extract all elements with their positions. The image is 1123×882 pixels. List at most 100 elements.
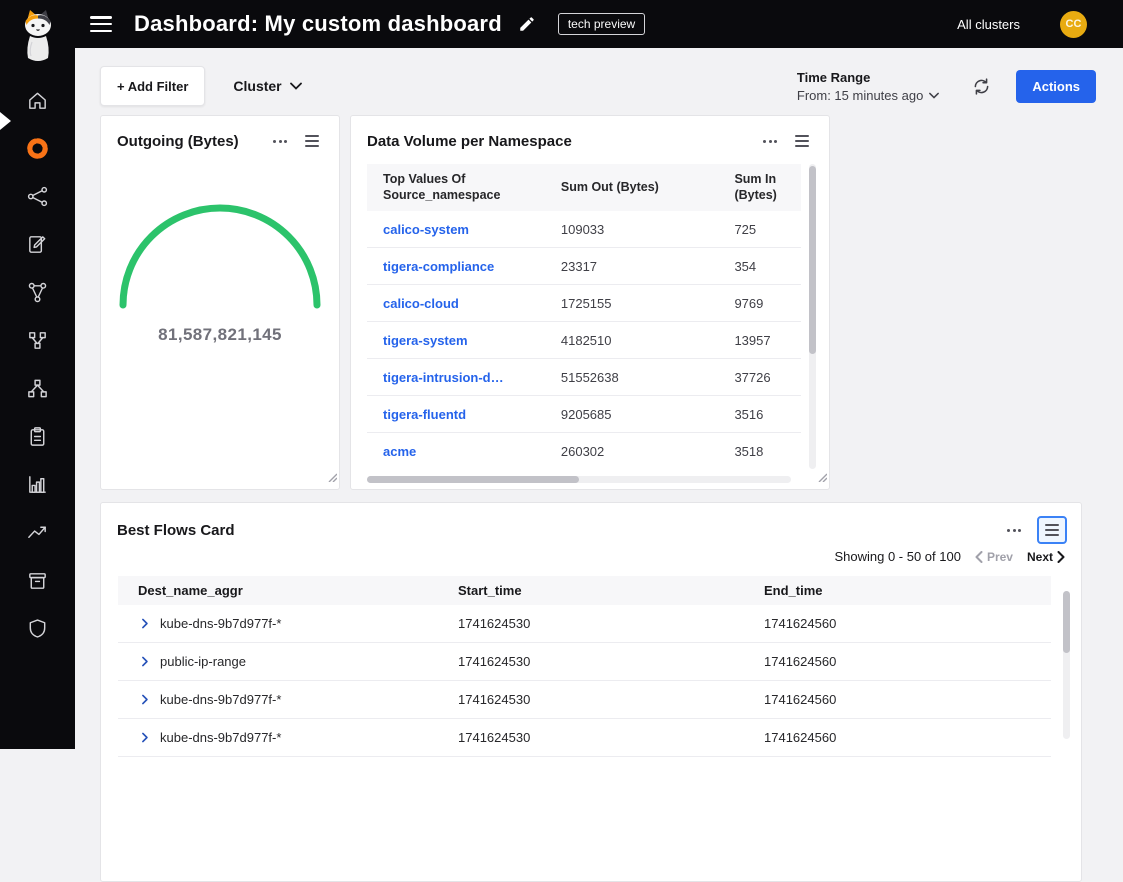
namespace-table: Top Values Of Source_namespace Sum Out (… bbox=[367, 164, 801, 469]
sidebar-item-service-graph[interactable] bbox=[0, 172, 75, 220]
namespace-link[interactable]: tigera-compliance bbox=[383, 259, 494, 274]
sidebar-item-network[interactable] bbox=[0, 268, 75, 316]
flow-table-row[interactable]: kube-dns-9b7d977f-*17416245301741624560 bbox=[118, 681, 1051, 719]
sidebar-item-reports[interactable] bbox=[0, 412, 75, 460]
sum-out-value: 23317 bbox=[545, 248, 719, 285]
next-page-button[interactable]: Next bbox=[1027, 550, 1065, 564]
card-drag-handle-icon[interactable] bbox=[789, 129, 815, 153]
flow-table-row[interactable]: public-ip-range17416245301741624560 bbox=[118, 643, 1051, 681]
vertical-scrollbar[interactable] bbox=[809, 164, 816, 469]
namespace-link[interactable]: tigera-fluentd bbox=[383, 407, 466, 422]
card-drag-handle-icon-selected[interactable] bbox=[1037, 516, 1067, 544]
reports-icon bbox=[26, 425, 49, 448]
flow-table-row[interactable]: kube-dns-9b7d977f-*17416245301741624560 bbox=[118, 605, 1051, 643]
network-icon bbox=[26, 281, 49, 304]
sum-out-value: 4182510 bbox=[545, 322, 719, 359]
sum-in-value: 13957 bbox=[718, 322, 801, 359]
end-time-value: 1741624560 bbox=[764, 681, 1051, 719]
sidebar-item-storage[interactable] bbox=[0, 556, 75, 604]
cluster-dropdown[interactable]: Cluster bbox=[227, 77, 307, 95]
card-menu-icon[interactable] bbox=[757, 134, 783, 149]
horizontal-scrollbar[interactable] bbox=[367, 476, 791, 483]
storage-icon bbox=[26, 569, 49, 592]
all-clusters-selector[interactable]: All clusters bbox=[957, 17, 1020, 32]
next-label: Next bbox=[1027, 550, 1053, 564]
expand-row-chevron-icon[interactable] bbox=[138, 731, 151, 744]
policies-icon bbox=[26, 233, 49, 256]
chevron-left-icon bbox=[975, 551, 983, 563]
sum-out-value: 1725155 bbox=[545, 285, 719, 322]
sidebar-item-bar-chart[interactable] bbox=[0, 460, 75, 508]
time-range-value-text: From: 15 minutes ago bbox=[797, 88, 923, 103]
namespace-link[interactable]: tigera-intrusion-d… bbox=[383, 370, 504, 385]
chevron-right-icon bbox=[1057, 551, 1065, 563]
add-filter-button[interactable]: + Add Filter bbox=[100, 66, 205, 106]
resize-handle-icon[interactable] bbox=[327, 469, 337, 487]
calico-cat-logo-image bbox=[18, 8, 58, 66]
sum-in-value: 3518 bbox=[718, 433, 801, 470]
sidebar-item-shield[interactable] bbox=[0, 604, 75, 652]
actions-button[interactable]: Actions bbox=[1016, 70, 1096, 103]
menu-hamburger-icon[interactable] bbox=[90, 16, 112, 32]
vertical-scrollbar[interactable] bbox=[1063, 591, 1070, 739]
sidebar-item-trend[interactable] bbox=[0, 508, 75, 556]
sidebar-item-home[interactable] bbox=[0, 76, 75, 124]
time-range-control: Time Range From: 15 minutes ago bbox=[797, 70, 939, 103]
flows-table-body: kube-dns-9b7d977f-*17416245301741624560p… bbox=[118, 605, 1051, 757]
sidebar-item-dashboard[interactable] bbox=[0, 124, 75, 172]
sidebar-item-policies[interactable] bbox=[0, 220, 75, 268]
gauge-chart: 81,587,821,145 bbox=[101, 203, 339, 345]
namespace-link[interactable]: calico-cloud bbox=[383, 296, 459, 311]
showing-count: Showing 0 - 50 of 100 bbox=[834, 549, 960, 564]
namespace-table-row: tigera-intrusion-d…5155263837726 bbox=[367, 359, 801, 396]
namespace-table-row: tigera-fluentd92056853516 bbox=[367, 396, 801, 433]
edit-dashboard-title-icon[interactable] bbox=[518, 15, 536, 33]
chevron-down-icon bbox=[290, 82, 302, 90]
refresh-icon bbox=[971, 76, 992, 97]
sum-in-value: 354 bbox=[718, 248, 801, 285]
card-menu-icon[interactable] bbox=[1001, 523, 1027, 538]
dest-name-value: kube-dns-9b7d977f-* bbox=[160, 616, 281, 631]
start-time-value: 1741624530 bbox=[458, 681, 764, 719]
calico-cat-logo[interactable] bbox=[18, 8, 58, 70]
card-title: Outgoing (Bytes) bbox=[117, 133, 267, 150]
topology-icon bbox=[26, 329, 49, 352]
page-title: Dashboard: My custom dashboard bbox=[134, 11, 502, 37]
namespace-link[interactable]: acme bbox=[383, 444, 416, 459]
outgoing-bytes-card: Outgoing (Bytes) 81,587,821,145 bbox=[100, 115, 340, 490]
namespace-table-body: calico-system109033725tigera-compliance2… bbox=[367, 211, 801, 469]
prev-label: Prev bbox=[987, 550, 1013, 564]
card-menu-icon[interactable] bbox=[267, 134, 293, 149]
card-title: Best Flows Card bbox=[117, 522, 1001, 539]
namespace-link[interactable]: calico-system bbox=[383, 222, 469, 237]
column-header: Top Values Of Source_namespace bbox=[367, 164, 545, 211]
column-header: End_time bbox=[764, 576, 1051, 605]
card-drag-handle-icon[interactable] bbox=[299, 129, 325, 153]
sum-in-value: 37726 bbox=[718, 359, 801, 396]
expand-row-chevron-icon[interactable] bbox=[138, 655, 151, 668]
namespace-link[interactable]: tigera-system bbox=[383, 333, 468, 348]
namespace-table-row: calico-cloud 17251559769 bbox=[367, 285, 801, 322]
expand-row-chevron-icon[interactable] bbox=[138, 617, 151, 630]
user-avatar[interactable]: CC bbox=[1060, 11, 1087, 38]
expand-row-chevron-icon[interactable] bbox=[138, 693, 151, 706]
sum-in-value: 9769 bbox=[718, 285, 801, 322]
prev-page-button[interactable]: Prev bbox=[975, 550, 1013, 564]
refresh-button[interactable] bbox=[965, 75, 998, 98]
namespace-table-row: acme2603023518 bbox=[367, 433, 801, 470]
dashboard-icon bbox=[26, 137, 49, 160]
start-time-value: 1741624530 bbox=[458, 719, 764, 757]
flow-table-row[interactable]: kube-dns-9b7d977f-*17416245301741624560 bbox=[118, 719, 1051, 757]
table-header-row: Dest_name_aggr Start_time End_time bbox=[118, 576, 1051, 605]
start-time-value: 1741624530 bbox=[458, 643, 764, 681]
gauge-value: 81,587,821,145 bbox=[158, 325, 282, 345]
sum-in-value: 725 bbox=[718, 211, 801, 248]
trend-icon bbox=[26, 521, 49, 544]
home-icon bbox=[26, 89, 49, 112]
time-range-value[interactable]: From: 15 minutes ago bbox=[797, 88, 939, 103]
sidebar-item-cluster[interactable] bbox=[0, 364, 75, 412]
table-header-row: Top Values Of Source_namespace Sum Out (… bbox=[367, 164, 801, 211]
card-title: Data Volume per Namespace bbox=[367, 133, 757, 150]
sidebar-item-topology[interactable] bbox=[0, 316, 75, 364]
resize-handle-icon[interactable] bbox=[817, 469, 827, 487]
